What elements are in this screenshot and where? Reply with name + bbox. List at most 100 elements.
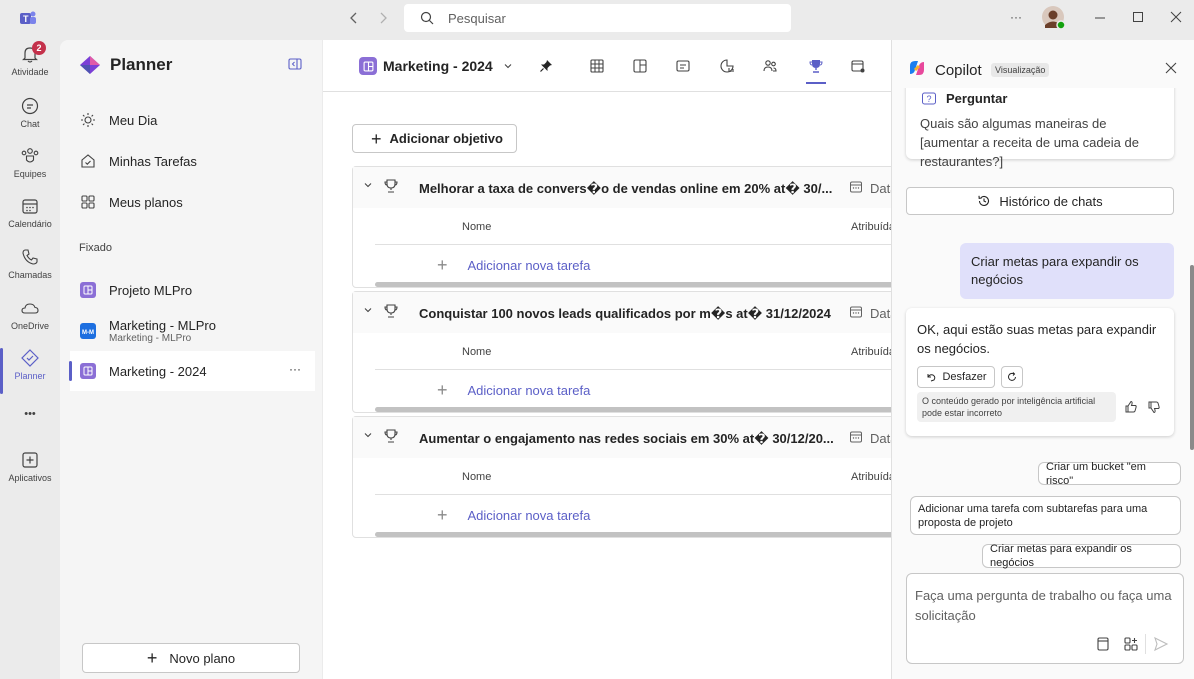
close-window-icon[interactable] — [1170, 11, 1182, 23]
schedule-view-icon[interactable] — [673, 56, 693, 76]
copilot-header: Copilot Visualização — [892, 40, 1194, 88]
plus-icon: + — [437, 255, 448, 275]
nav-my-day[interactable]: Meu Dia — [80, 112, 157, 128]
planner-icon — [20, 348, 40, 368]
plan-title-dropdown[interactable]: Marketing - 2024 — [359, 57, 513, 75]
back-arrow-icon[interactable] — [347, 10, 361, 26]
suggestion-chip[interactable]: Criar um bucket "em risco" — [1038, 461, 1181, 487]
undo-button[interactable]: Desfazer — [917, 366, 995, 388]
suggestion-chip[interactable]: Criar metas para expandir os negócios — [982, 543, 1181, 569]
divider — [375, 369, 913, 370]
pinned-plan-projeto-mlpro[interactable]: Projeto MLPro — [70, 270, 315, 310]
apps-icon[interactable] — [1123, 636, 1139, 652]
maximize-icon[interactable] — [1132, 11, 1144, 23]
calendar-view-icon[interactable] — [848, 56, 868, 76]
collapse-sidebar-icon[interactable] — [288, 57, 302, 71]
avatar[interactable] — [1041, 5, 1067, 31]
copilot-title: Copilot — [935, 62, 982, 79]
chat-history-button[interactable]: Histórico de chats — [906, 187, 1174, 215]
column-header-assigned: Atribuída — [851, 471, 896, 483]
search-input[interactable]: Pesquisar — [404, 4, 791, 32]
thumbs-down-icon[interactable] — [1147, 400, 1161, 414]
add-task-button[interactable]: + Adicionar nova tarefa — [437, 256, 590, 274]
regenerate-button[interactable] — [1001, 366, 1023, 388]
grid-view-icon[interactable] — [587, 56, 607, 76]
rail-item-teams[interactable]: Equipes — [0, 146, 60, 196]
pinned-plan-marketing-mlpro[interactable]: M-M Marketing - MLPro Marketing - MLPro — [70, 310, 315, 352]
goal-card: Conquistar 100 novos leads qualificados … — [352, 291, 913, 413]
rail-more-button[interactable]: ••• — [0, 408, 60, 428]
rail-item-onedrive[interactable]: OneDrive — [0, 298, 60, 348]
rail-item-calendar[interactable]: Calendário — [0, 196, 60, 246]
phone-icon — [20, 247, 40, 267]
horizontal-scrollbar[interactable] — [375, 532, 913, 537]
chevron-down-icon — [503, 61, 513, 71]
add-task-button[interactable]: + Adicionar nova tarefa — [437, 506, 590, 524]
goal-header[interactable]: Melhorar a taxa de convers�o de vendas o… — [353, 167, 913, 208]
goal-title: Conquistar 100 novos leads qualificados … — [419, 306, 831, 321]
notebook-icon[interactable] — [1096, 636, 1110, 652]
goal-header[interactable]: Aumentar o engajamento nas redes sociais… — [353, 417, 913, 458]
house-check-icon — [80, 153, 96, 169]
chevron-down-icon[interactable] — [363, 305, 373, 315]
rail-item-activity[interactable]: 2 Atividade — [0, 41, 60, 94]
minimize-icon[interactable] — [1094, 10, 1106, 24]
close-icon[interactable] — [1164, 61, 1178, 75]
ai-disclaimer: O conteúdo gerado por inteligência artif… — [917, 392, 1116, 422]
rail-item-apps[interactable]: Aplicativos — [0, 450, 60, 500]
rail-label: Chat — [20, 119, 40, 129]
rail-item-calls[interactable]: Chamadas — [0, 247, 60, 297]
vertical-scrollbar[interactable] — [1190, 265, 1194, 450]
add-task-button[interactable]: + Adicionar nova tarefa — [437, 381, 590, 399]
thumbs-up-icon[interactable] — [1124, 400, 1138, 414]
goals-view-icon[interactable] — [806, 56, 826, 76]
people-view-icon[interactable] — [760, 56, 780, 76]
copilot-pane: ? Perguntar Quais são algumas maneiras d… — [891, 40, 1194, 679]
copilot-logo-icon — [907, 58, 927, 78]
cloud-icon — [20, 298, 40, 318]
app-rail: 2 Atividade Chat Equipes Calendário Cham… — [0, 36, 60, 679]
planner-title: Planner — [110, 55, 173, 74]
column-header-name: Nome — [462, 346, 492, 358]
add-goal-button[interactable]: + Adicionar objetivo — [352, 124, 517, 153]
ask-question-text: Quais são algumas maneiras de [aumentar … — [920, 116, 1139, 169]
column-header-name: Nome — [462, 221, 492, 233]
rail-label: Atividade — [11, 67, 49, 77]
plus-icon: + — [437, 380, 448, 400]
rail-label: Equipes — [13, 169, 47, 179]
send-icon[interactable] — [1153, 636, 1169, 652]
pinned-plan-marketing-2024[interactable]: Marketing - 2024 ··· — [69, 351, 315, 391]
planner-logo-icon — [78, 54, 102, 76]
copilot-response: OK, aqui estão suas metas para expandir … — [906, 308, 1174, 436]
forward-arrow-icon[interactable] — [376, 10, 390, 26]
horizontal-scrollbar[interactable] — [375, 407, 913, 412]
divider — [1145, 634, 1146, 654]
plus-icon: + — [146, 648, 158, 668]
goal-header[interactable]: Conquistar 100 novos leads qualificados … — [353, 292, 913, 333]
rail-item-chat[interactable]: Chat — [0, 96, 60, 146]
rail-item-planner[interactable]: Planner — [0, 348, 60, 398]
new-plan-button[interactable]: + Novo plano — [82, 643, 300, 673]
board-view-icon[interactable] — [630, 56, 650, 76]
more-options-button[interactable]: ··· — [1010, 10, 1022, 24]
plus-icon: + — [371, 128, 382, 149]
charts-view-icon[interactable] — [717, 56, 737, 76]
add-task-label: Adicionar nova tarefa — [467, 257, 591, 273]
chevron-down-icon[interactable] — [363, 180, 373, 190]
horizontal-scrollbar[interactable] — [375, 282, 913, 287]
trophy-icon — [384, 303, 398, 319]
pin-icon[interactable] — [536, 56, 556, 76]
suggestion-chip[interactable]: Adicionar uma tarefa com subtarefas para… — [910, 496, 1181, 535]
ask-prompt-card[interactable]: ? Perguntar Quais são algumas maneiras d… — [906, 80, 1174, 169]
add-goal-label: Adicionar objetivo — [389, 131, 503, 146]
user-message: Criar metas para expandir os negócios — [960, 243, 1174, 299]
rail-label: Calendário — [8, 219, 52, 229]
nav-my-plans[interactable]: Meus planos — [80, 194, 183, 210]
copilot-input[interactable]: Faça uma pergunta de trabalho ou faça um… — [906, 573, 1184, 664]
add-task-label: Adicionar nova tarefa — [467, 507, 591, 523]
chevron-down-icon[interactable] — [363, 430, 373, 440]
undo-icon — [925, 371, 942, 383]
nav-my-tasks[interactable]: Minhas Tarefas — [80, 153, 197, 169]
plan-more-button[interactable]: ··· — [289, 362, 301, 376]
plan-header: Marketing - 2024 — [323, 40, 891, 92]
